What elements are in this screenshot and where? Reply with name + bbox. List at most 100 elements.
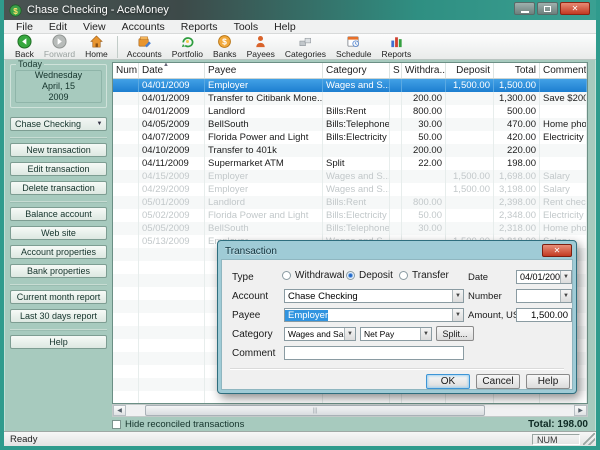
table-row[interactable]: 04/07/2009Florida Power and LightBills:E… [113,131,587,144]
menu-item-accounts[interactable]: Accounts [114,20,173,34]
table-row[interactable]: 05/01/2009LandlordBills:Rent800.002,398.… [113,196,587,209]
menu-item-edit[interactable]: Edit [41,20,75,34]
column-header-date[interactable]: Date▲ [139,63,205,78]
cancel-button[interactable]: Cancel [476,374,520,389]
toolbar-button-home[interactable]: Home [80,34,113,60]
maximize-button[interactable] [537,2,558,15]
amount-field[interactable]: 1,500.00 [516,308,572,322]
toolbar-button-portfolio[interactable]: Portfolio [167,34,208,60]
hide-reconciled-checkbox[interactable] [112,420,121,429]
cell-withdrawal: 30.00 [402,118,446,131]
cell-date: 04/05/2009 [139,118,205,131]
help-button[interactable]: Help [526,374,570,389]
toolbar-button-label: Forward [44,49,75,59]
sidebar-button-edit-transaction[interactable]: Edit transaction [10,162,107,176]
account-combobox[interactable]: Chase Checking ▼ [284,289,464,303]
column-header-s[interactable]: S [390,63,402,78]
column-header-deposit[interactable]: Deposit [446,63,494,78]
toolbar-button-label: Back [15,49,34,59]
date-combobox[interactable]: 04/01/2009 ▼ [516,270,572,284]
column-header-comment[interactable]: Comment [540,63,587,78]
split-button[interactable]: Split... [436,326,474,341]
toolbar-button-reports[interactable]: Reports [376,34,416,60]
account-selector[interactable]: Chase Checking ▼ [10,117,107,131]
sidebar-button-balance-account[interactable]: Balance account [10,207,107,221]
app-window: $ Chase Checking - AceMoney ✕ FileEditVi… [0,0,600,450]
sidebar-button-bank-properties[interactable]: Bank properties [10,264,107,278]
sidebar-button-help[interactable]: Help [10,335,107,349]
comment-field[interactable] [284,346,464,360]
toolbar-button-label: Categories [285,49,326,59]
hide-reconciled-label: Hide reconciled transactions [125,419,244,430]
type-radio-transfer[interactable]: Transfer [399,270,449,281]
column-header-category[interactable]: Category [323,63,390,78]
horizontal-scrollbar[interactable]: ◀ ▶ [112,404,588,417]
sidebar-button-account-properties[interactable]: Account properties [10,245,107,259]
table-row[interactable]: 04/01/2009LandlordBills:Rent800.00500.00 [113,105,587,118]
menu-item-file[interactable]: File [8,20,41,34]
cell-s [390,79,402,92]
radio-icon [399,271,408,280]
table-row[interactable]: 05/02/2009Florida Power and LightBills:E… [113,209,587,222]
menu-item-tools[interactable]: Tools [226,20,267,34]
menu-item-view[interactable]: View [75,20,114,34]
type-radio-deposit[interactable]: Deposit [346,270,393,281]
category-combobox[interactable]: Wages and Salary ▼ [284,327,356,341]
cell-deposit [446,144,494,157]
payee-combobox[interactable]: Employer ▼ [284,308,464,322]
menu-item-reports[interactable]: Reports [173,20,226,34]
toolbar-button-label: Reports [381,49,411,59]
today-label: Today [16,59,44,69]
cell-withdrawal: 50.00 [402,209,446,222]
scroll-left-icon[interactable]: ◀ [113,405,126,416]
toolbar-button-banks[interactable]: $Banks [208,34,242,60]
cell-comment [540,105,587,118]
toolbar-button-back[interactable]: Back [10,34,39,60]
table-row[interactable]: 04/01/2009EmployerWages and S...1,500.00… [113,79,587,92]
menu-item-help[interactable]: Help [266,20,304,34]
sidebar-button-current-month-report[interactable]: Current month report [10,290,107,304]
table-row[interactable]: 04/15/2009EmployerWages and S...1,500.00… [113,170,587,183]
subcategory-combobox[interactable]: Net Pay ▼ [360,327,432,341]
cell-total: 470.00 [494,118,540,131]
cell-num [113,209,139,222]
table-header-row: NumDate▲PayeeCategorySWithdra...DepositT… [113,63,587,79]
ok-button[interactable]: OK [426,374,470,389]
toolbar-button-schedule[interactable]: Schedule [331,34,376,60]
number-combobox[interactable]: ▼ [516,289,572,303]
toolbar-button-payees[interactable]: Payees [242,34,280,60]
toolbar-button-accounts[interactable]: Accounts [122,34,167,60]
column-header-payee[interactable]: Payee [205,63,323,78]
table-row[interactable]: 04/10/2009Transfer to 401k200.00220.00 [113,144,587,157]
column-header-withdrawal[interactable]: Withdra... [402,63,446,78]
table-row[interactable]: 05/05/2009BellSouthBills:Telephone30.002… [113,222,587,235]
cell-category: Bills:Electricity [323,131,390,144]
table-row[interactable]: 04/11/2009Supermarket ATMSplit22.00198.0… [113,157,587,170]
column-header-num[interactable]: Num [113,63,139,78]
scrollbar-thumb[interactable] [145,405,485,416]
table-row[interactable]: 04/29/2009EmployerWages and S...1,500.00… [113,183,587,196]
toolbar-button-forward[interactable]: Forward [39,34,80,60]
toolbar-button-categories[interactable]: Categories [280,34,331,60]
table-row[interactable]: 04/01/2009Transfer to Citibank Mone...20… [113,92,587,105]
cell-s [390,183,402,196]
minimize-button[interactable] [514,2,535,15]
cell-num [113,274,139,287]
chevron-down-icon: ▼ [452,309,463,321]
toolbar-button-label: Home [85,49,108,59]
close-button[interactable]: ✕ [560,2,590,15]
close-icon: ✕ [572,4,579,13]
sidebar-button-last-30-days-report[interactable]: Last 30 days report [10,309,107,323]
scroll-right-icon[interactable]: ▶ [574,405,587,416]
dialog-close-button[interactable]: ✕ [542,244,572,257]
column-header-total[interactable]: Total [494,63,540,78]
resize-grip[interactable] [583,433,595,445]
cell-date [139,365,205,378]
sidebar-button-web-site[interactable]: Web site [10,226,107,240]
type-radio-withdrawal[interactable]: Withdrawal [282,270,344,281]
sidebar-button-new-transaction[interactable]: New transaction [10,143,107,157]
sidebar-group-divider [10,137,107,138]
cell-date: 04/10/2009 [139,144,205,157]
sidebar-button-delete-transaction[interactable]: Delete transaction [10,181,107,195]
table-row[interactable]: 04/05/2009BellSouthBills:Telephone30.004… [113,118,587,131]
